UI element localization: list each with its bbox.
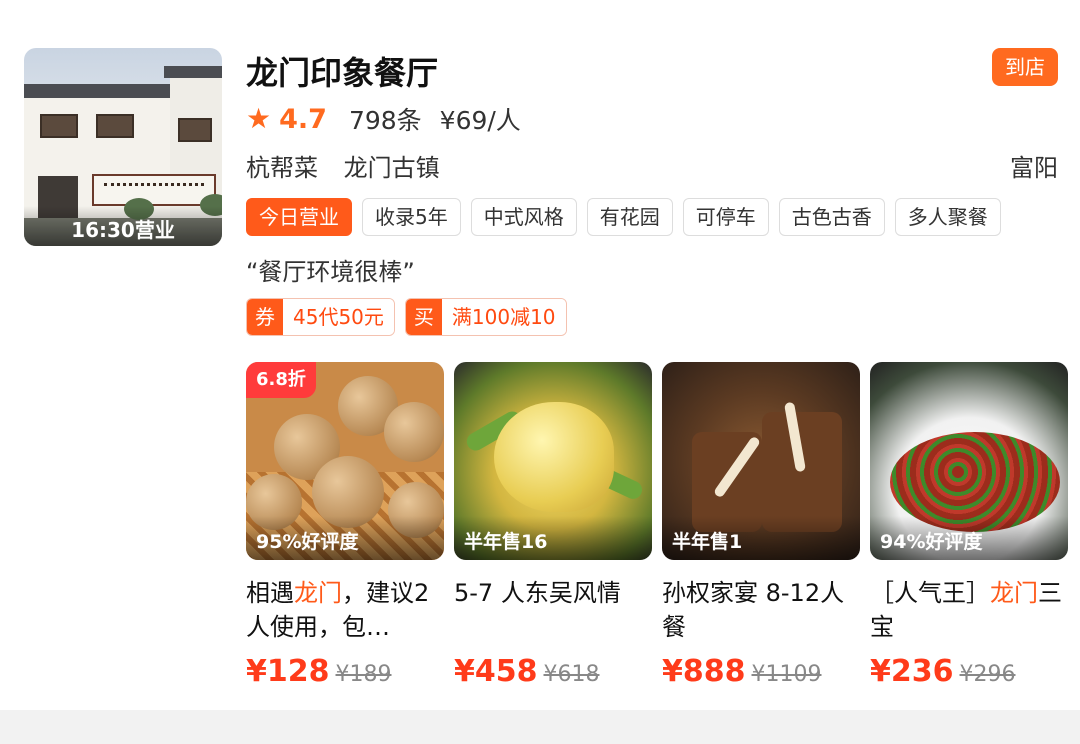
original-price: ¥1109 [751, 662, 822, 687]
package-item[interactable]: 6.8折 95%好评度 相遇龙门，建议2人使用，包… ¥128 ¥189 [246, 362, 444, 689]
original-price: ¥189 [335, 662, 392, 687]
tag-garden: 有花园 [586, 198, 673, 236]
package-name-highlight: 龙门 [294, 579, 342, 607]
sale-price: ¥458 [454, 654, 538, 689]
package-name-text: 相遇 [246, 579, 294, 607]
sale-price: ¥236 [870, 654, 954, 689]
star-icon: ★ [246, 102, 272, 135]
discount-text: 满100减10 [441, 299, 566, 335]
original-price: ¥296 [959, 662, 1016, 687]
review-count[interactable]: 798条 [349, 101, 422, 137]
area-name: 龙门古镇 [343, 154, 440, 182]
package-item[interactable]: 半年售1 孙权家宴 8-12人餐 ¥888 ¥1109 [662, 362, 860, 689]
restaurant-name[interactable]: 龙门印象餐厅 [246, 48, 438, 94]
package-stat: 半年售16 [454, 516, 652, 560]
feature-tags: 今日营业 收录5年 中式风格 有花园 可停车 古色古香 多人聚餐 [246, 198, 1001, 236]
package-name-text: 孙权家宴 8-12人餐 [662, 579, 845, 641]
coupon-text: 45代50元 [283, 299, 394, 335]
package-photo[interactable]: 半年售1 [662, 362, 860, 560]
coupon-badge: 券 [247, 299, 283, 335]
tag-open-today: 今日营业 [246, 198, 352, 236]
package-name-highlight: 龙门 [990, 579, 1038, 607]
tag-listed-years: 收录5年 [362, 198, 461, 236]
photo-window [40, 114, 78, 138]
original-price: ¥618 [543, 662, 600, 687]
storefront-photo[interactable]: 16:30营业 [24, 48, 222, 246]
package-item[interactable]: 94%好评度 ［人气王］龙门三宝 ¥236 ¥296 [870, 362, 1068, 689]
photo-chicken [494, 402, 614, 512]
package-name: ［人气王］龙门三宝 [870, 576, 1074, 644]
bottom-divider [0, 710, 1080, 744]
discount-badge: 6.8折 [246, 362, 316, 398]
package-photo[interactable]: 6.8折 95%好评度 [246, 362, 444, 560]
price-row: ¥888 ¥1109 [662, 654, 860, 689]
review-quote: “餐厅环境很棒” [246, 258, 415, 286]
package-stat: 半年售1 [662, 516, 860, 560]
package-name: 相遇龙门，建议2人使用，包… [246, 576, 450, 644]
deal-row: 券 45代50元 买 满100减10 [246, 298, 567, 336]
open-time-label: 16:30营业 [24, 206, 222, 246]
cuisine-type: 杭帮菜 [246, 154, 318, 182]
sale-price: ¥128 [246, 654, 330, 689]
photo-fishball [384, 402, 444, 462]
package-name-text: ［人气王］ [870, 579, 990, 607]
price-row: ¥128 ¥189 [246, 654, 444, 689]
restaurant-card[interactable]: 16:30营业 龙门印象餐厅 到店 ★ 4.7 798条 ¥69/人 杭帮菜 龙… [0, 0, 1080, 710]
photo-roof-top [164, 66, 222, 78]
package-photo[interactable]: 半年售16 [454, 362, 652, 560]
tag-parking: 可停车 [682, 198, 769, 236]
rating-row: ★ 4.7 798条 ¥69/人 [246, 100, 539, 138]
coupon-deal[interactable]: 券 45代50元 [246, 298, 395, 336]
package-photo[interactable]: 94%好评度 [870, 362, 1068, 560]
photo-window [96, 114, 134, 138]
package-name: 5-7 人东吴风情 [454, 576, 658, 644]
package-name: 孙权家宴 8-12人餐 [662, 576, 866, 644]
photo-window [178, 118, 212, 142]
tag-chinese-style: 中式风格 [470, 198, 577, 236]
package-stat: 95%好评度 [246, 516, 444, 560]
photo-shop-sign [92, 174, 216, 206]
sale-price: ¥888 [662, 654, 746, 689]
package-list: 6.8折 95%好评度 相遇龙门，建议2人使用，包… ¥128 ¥189 半年售… [246, 362, 1076, 692]
price-row: ¥458 ¥618 [454, 654, 652, 689]
package-item[interactable]: 半年售16 5-7 人东吴风情 ¥458 ¥618 [454, 362, 652, 689]
category-row: 杭帮菜 龙门古镇 [246, 148, 458, 183]
district-name: 富阳 [1010, 154, 1058, 182]
discount-deal[interactable]: 买 满100减10 [404, 298, 567, 336]
package-name-text: 5-7 人东吴风情 [454, 579, 621, 607]
average-price: ¥69/人 [439, 106, 521, 135]
tag-antique-style: 古色古香 [778, 198, 885, 236]
tag-group-dining: 多人聚餐 [894, 198, 1001, 236]
visit-store-button[interactable]: 到店 [992, 48, 1058, 86]
photo-ribs [762, 412, 842, 532]
photo-roof [24, 84, 174, 98]
buy-badge: 买 [405, 299, 442, 335]
rating-score: 4.7 [279, 103, 327, 135]
price-row: ¥236 ¥296 [870, 654, 1068, 689]
package-stat: 94%好评度 [870, 516, 1068, 560]
